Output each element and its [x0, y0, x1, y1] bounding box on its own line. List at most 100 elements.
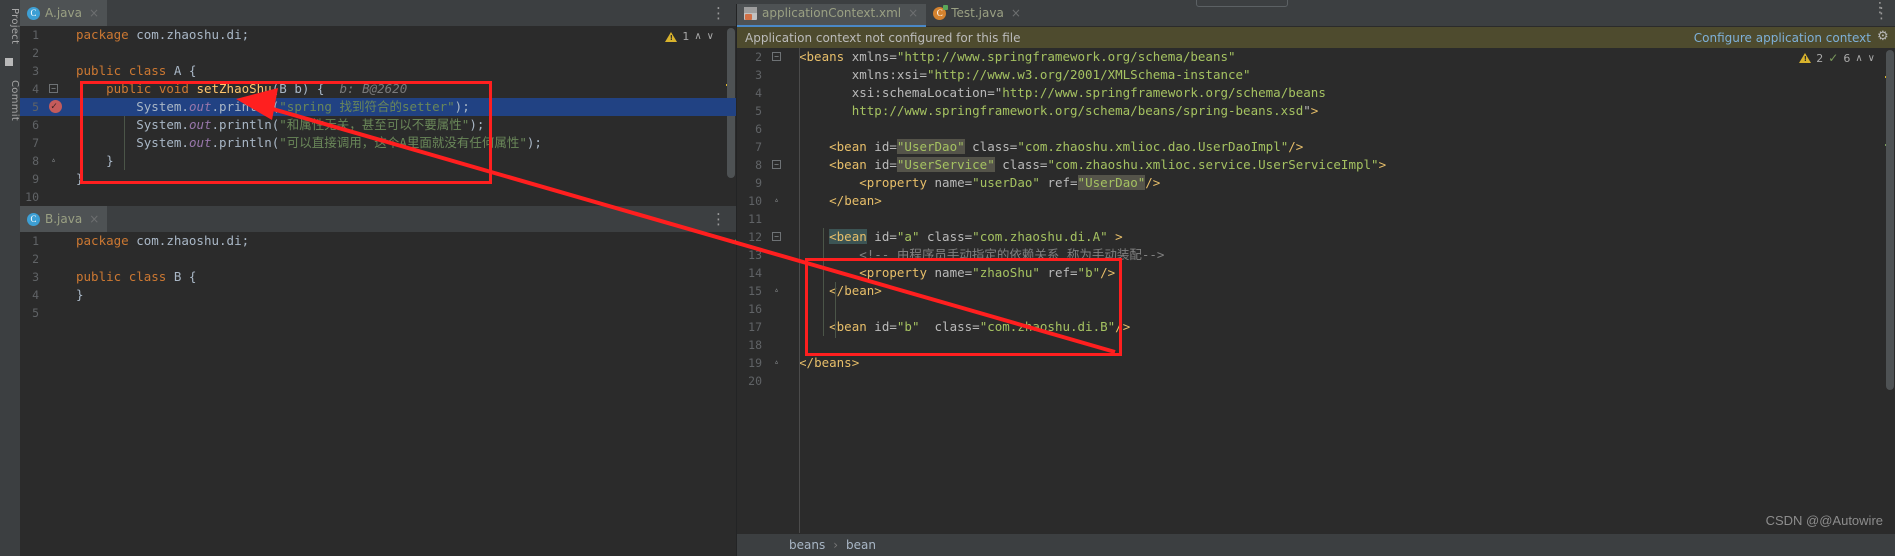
- line-number-gutter[interactable]: 5: [737, 102, 789, 120]
- fold-collapse-icon[interactable]: −: [772, 232, 781, 241]
- code-line[interactable]: 15 ▵ </bean>: [737, 282, 1895, 300]
- line-number-gutter[interactable]: 17: [737, 318, 789, 336]
- breadcrumb-item-beans[interactable]: beans: [789, 538, 825, 552]
- line-number-gutter[interactable]: 3: [20, 268, 66, 286]
- line-number-gutter[interactable]: 2: [20, 250, 66, 268]
- code-line[interactable]: 19 ▵ </beans>: [737, 354, 1895, 372]
- fold-collapse-icon[interactable]: −: [772, 160, 781, 169]
- code-line[interactable]: 1 package com.zhaoshu.di;: [20, 26, 736, 44]
- code-line[interactable]: 4 xsi:schemaLocation="http://www.springf…: [737, 84, 1895, 102]
- editor-a-java[interactable]: 1 package com.zhaoshu.di; 2 3 public class A…: [20, 26, 736, 206]
- fold-collapse-icon[interactable]: −: [49, 84, 58, 93]
- run-configuration-widget[interactable]: [1196, 0, 1288, 7]
- line-number-gutter[interactable]: 9: [737, 174, 789, 192]
- line-number-gutter[interactable]: 3: [20, 62, 66, 80]
- code-line[interactable]: 10: [20, 188, 736, 206]
- line-number-gutter[interactable]: 16: [737, 300, 789, 318]
- code-line[interactable]: 8− <bean id="UserService" class="com.zha…: [737, 156, 1895, 174]
- code-line[interactable]: 1 package com.zhaoshu.di;: [20, 232, 736, 250]
- code-line[interactable]: 3 public class B {: [20, 268, 736, 286]
- tool-window-commit[interactable]: Commit: [0, 80, 20, 121]
- fold-collapse-icon[interactable]: −: [772, 52, 781, 61]
- line-number-gutter[interactable]: 19 ▵: [737, 354, 789, 372]
- code-line[interactable]: 14 <property name="zhaoShu" ref="b"/>: [737, 264, 1895, 282]
- code-line[interactable]: 13 <!-- 由程序员手动指定的依赖关系 称为手动装配-->: [737, 246, 1895, 264]
- close-icon[interactable]: ×: [908, 6, 918, 20]
- code-line[interactable]: 5 System.out.println("spring 找到符合的setter…: [20, 98, 736, 116]
- chevron-down-icon[interactable]: ∨: [1868, 53, 1875, 64]
- code-line[interactable]: 9 <property name="userDao" ref="UserDao"…: [737, 174, 1895, 192]
- tab-a-java[interactable]: C A.java ×: [20, 0, 108, 26]
- fold-end-icon[interactable]: ▵: [772, 286, 781, 295]
- code-line[interactable]: 20: [737, 372, 1895, 390]
- gear-icon[interactable]: [1877, 29, 1889, 44]
- code-line[interactable]: 12 − <bean id="a" class="com.zhaoshu.di.A…: [737, 228, 1895, 246]
- code-line[interactable]: 2: [20, 250, 736, 268]
- line-number-gutter[interactable]: 15 ▵: [737, 282, 789, 300]
- inspection-widget-xml[interactable]: 2 ✓ 6 ∧ ∨: [1799, 51, 1875, 65]
- line-number-gutter[interactable]: 4: [737, 84, 789, 102]
- code-line[interactable]: 5 http://www.springframework.org/schema/…: [737, 102, 1895, 120]
- line-number-gutter[interactable]: 9: [20, 170, 66, 188]
- chevron-down-icon[interactable]: ∨: [707, 31, 714, 42]
- breakpoint-verified-icon[interactable]: [49, 98, 62, 116]
- line-number-gutter[interactable]: 2−: [737, 48, 789, 66]
- line-number-gutter[interactable]: 2: [20, 44, 66, 62]
- code-line[interactable]: 2: [20, 44, 736, 62]
- close-icon[interactable]: ×: [89, 6, 99, 20]
- code-line[interactable]: 9}: [20, 170, 736, 188]
- code-line[interactable]: 8 ▵ }: [20, 152, 736, 170]
- editor-applicationcontext-xml[interactable]: 2− <beans xmlns="http://www.springframewo…: [737, 48, 1895, 534]
- line-number-gutter[interactable]: 6: [737, 120, 789, 138]
- line-number-gutter[interactable]: 10: [20, 188, 66, 206]
- line-number-gutter[interactable]: 3: [737, 66, 789, 84]
- line-number-gutter[interactable]: 8−: [737, 156, 789, 174]
- code-line[interactable]: 7 System.out.println("可以直接调用，这个A里面就没有任何属…: [20, 134, 736, 152]
- line-number-gutter[interactable]: 7: [737, 138, 789, 156]
- line-number-gutter[interactable]: 11: [737, 210, 789, 228]
- code-line[interactable]: 7 <bean id="UserDao" class="com.zhaoshu.…: [737, 138, 1895, 156]
- close-icon[interactable]: ×: [89, 212, 99, 226]
- line-number-gutter[interactable]: 14: [737, 264, 789, 282]
- code-line[interactable]: 4}: [20, 286, 736, 304]
- more-vertical-icon[interactable]: ⋮: [1873, 1, 1887, 15]
- fold-end-icon[interactable]: ▵: [49, 156, 58, 165]
- breadcrumb-item-bean[interactable]: bean: [846, 538, 876, 552]
- line-number-gutter[interactable]: 8 ▵: [20, 152, 66, 170]
- configure-application-context-link[interactable]: Configure application context: [1694, 31, 1871, 45]
- line-number-gutter[interactable]: 12 −: [737, 228, 789, 246]
- line-number-gutter[interactable]: 1: [20, 232, 66, 250]
- code-line[interactable]: 10 ▵ </bean>: [737, 192, 1895, 210]
- code-line[interactable]: 16: [737, 300, 1895, 318]
- line-number-gutter[interactable]: 1: [20, 26, 66, 44]
- fold-end-icon[interactable]: ▵: [772, 358, 781, 367]
- code-line[interactable]: 18: [737, 336, 1895, 354]
- code-line[interactable]: 6: [737, 120, 1895, 138]
- left-tab-options-button[interactable]: ⋮: [701, 0, 736, 26]
- line-number-gutter[interactable]: 7: [20, 134, 66, 152]
- line-number-gutter[interactable]: 6: [20, 116, 66, 134]
- code-line[interactable]: 2− <beans xmlns="http://www.springframewo…: [737, 48, 1895, 66]
- code-line[interactable]: 6 System.out.println("和属性无关，甚至可以不要属性");: [20, 116, 736, 134]
- code-line[interactable]: 4− public void setZhaoShu(B b) { b: B@26…: [20, 80, 736, 98]
- line-number-gutter[interactable]: 13: [737, 246, 789, 264]
- line-number-gutter[interactable]: 5: [20, 304, 66, 322]
- fold-end-icon[interactable]: ▵: [772, 196, 781, 205]
- code-line[interactable]: 3 public class A {: [20, 62, 736, 80]
- editor-b-java[interactable]: ✓ 1 package com.zhaoshu.di; 2 3 public class…: [20, 232, 736, 556]
- inspection-widget-a[interactable]: 1 ∧ ∨: [665, 30, 714, 43]
- line-number-gutter[interactable]: 18: [737, 336, 789, 354]
- line-number-gutter[interactable]: 10 ▵: [737, 192, 789, 210]
- code-line[interactable]: 5: [20, 304, 736, 322]
- code-line[interactable]: 17 <bean id="b" class="com.zhaoshu.di.B"…: [737, 318, 1895, 336]
- tool-window-project[interactable]: Project: [0, 8, 20, 44]
- line-number-gutter[interactable]: 4−: [20, 80, 66, 98]
- chevron-up-icon[interactable]: ∧: [1855, 53, 1862, 64]
- code-line[interactable]: 11: [737, 210, 1895, 228]
- close-icon[interactable]: ×: [1011, 6, 1021, 20]
- code-line[interactable]: 3 xmlns:xsi="http://www.w3.org/2001/XMLS…: [737, 66, 1895, 84]
- tab-b-java[interactable]: C B.java ×: [20, 206, 108, 232]
- chevron-up-icon[interactable]: ∧: [694, 31, 701, 42]
- line-number-gutter[interactable]: 4: [20, 286, 66, 304]
- left-tab-b-options-button[interactable]: ⋮: [701, 206, 736, 232]
